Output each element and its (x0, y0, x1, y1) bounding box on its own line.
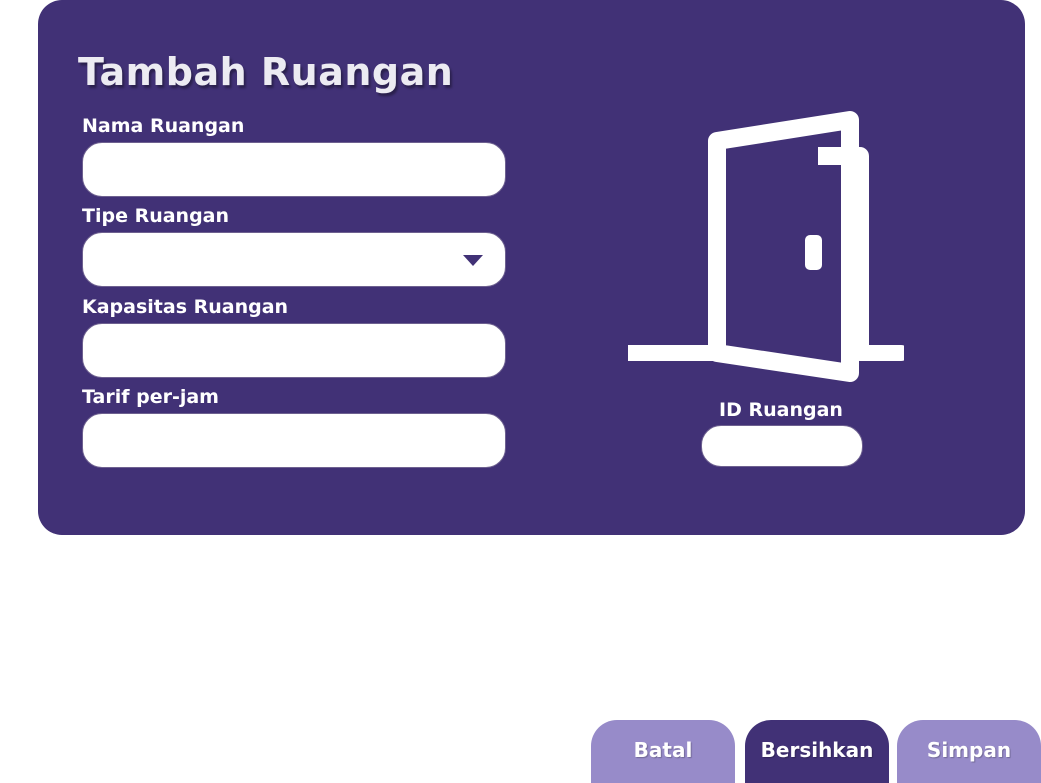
chevron-down-icon (463, 255, 483, 266)
hourly-rate-label: Tarif per-jam (82, 386, 219, 408)
room-capacity-input[interactable] (82, 323, 506, 378)
clear-button[interactable]: Bersihkan (745, 720, 889, 783)
room-name-input[interactable] (82, 142, 506, 197)
room-name-label: Nama Ruangan (82, 115, 245, 137)
room-id-field (701, 425, 863, 467)
room-type-label: Tipe Ruangan (82, 205, 230, 227)
room-id-label: ID Ruangan (719, 399, 843, 421)
room-capacity-label: Kapasitas Ruangan (82, 296, 289, 318)
page-title: Tambah Ruangan (78, 50, 454, 94)
save-button[interactable]: Simpan (897, 720, 1041, 783)
cancel-button[interactable]: Batal (591, 720, 735, 783)
door-open-icon (628, 111, 904, 382)
room-type-select[interactable] (82, 232, 506, 287)
add-room-panel: Tambah Ruangan Nama Ruangan Tipe Ruangan… (38, 0, 1025, 535)
hourly-rate-input[interactable] (82, 413, 506, 468)
door-handle (805, 235, 822, 270)
